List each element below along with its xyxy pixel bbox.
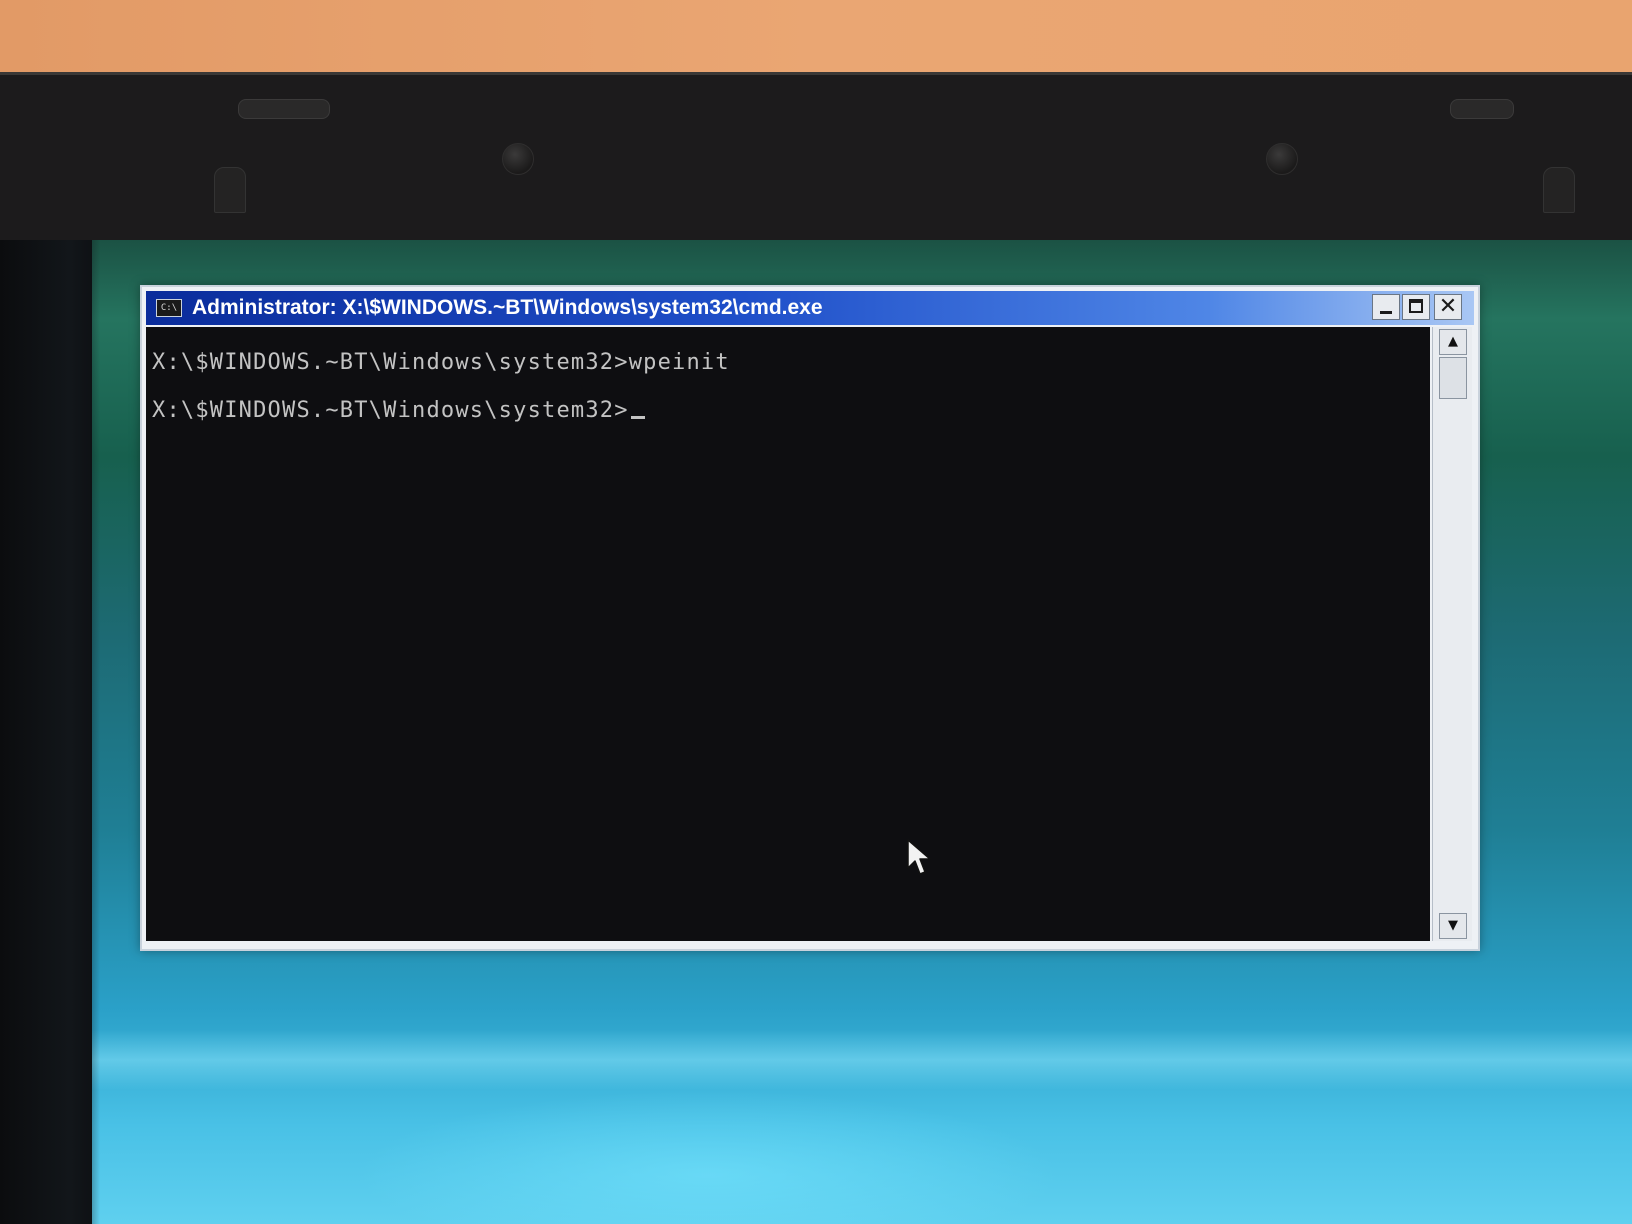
console-output[interactable]: X:\$WINDOWS.~BT\Windows\system32>wpeinit… (146, 327, 1430, 941)
maximize-button[interactable] (1402, 294, 1430, 320)
bezel-bumper-right (1266, 143, 1298, 175)
bezel-clip-left (238, 99, 330, 119)
close-button[interactable]: ✕ (1434, 294, 1462, 320)
photo-scene: C:\ Administrator: X:\$WINDOWS.~BT\Windo… (0, 0, 1632, 1224)
close-icon: ✕ (1438, 294, 1458, 319)
bezel-clip-right (1450, 99, 1514, 119)
bezel-latch-right (1543, 167, 1575, 213)
desktop-wallpaper-glow (92, 1030, 1632, 1090)
vertical-scrollbar[interactable]: ▲ ▼ (1432, 327, 1472, 941)
cmd-icon[interactable]: C:\ (156, 299, 182, 317)
console-prompt-line[interactable]: X:\$WINDOWS.~BT\Windows\system32> (152, 397, 645, 425)
background-wall (0, 0, 1632, 80)
text-cursor (630, 416, 645, 419)
arrow-up-icon: ▲ (1448, 334, 1458, 349)
minimize-button[interactable] (1372, 294, 1400, 320)
window-title: Administrator: X:\$WINDOWS.~BT\Windows\s… (192, 296, 823, 319)
arrow-down-icon: ▼ (1448, 918, 1458, 933)
screen-left-shadow (0, 240, 100, 1224)
mouse-pointer-icon (907, 839, 931, 875)
bezel-bumper-left (502, 143, 534, 175)
scrollbar-thumb[interactable] (1439, 357, 1467, 399)
console-line: X:\$WINDOWS.~BT\Windows\system32>wpeinit (152, 349, 730, 377)
scroll-up-button[interactable]: ▲ (1439, 329, 1467, 355)
minimize-icon (1380, 311, 1392, 314)
scroll-down-button[interactable]: ▼ (1439, 913, 1467, 939)
bezel-latch-left (214, 167, 246, 213)
maximize-icon (1409, 299, 1423, 313)
window-title-bar[interactable]: C:\ Administrator: X:\$WINDOWS.~BT\Windo… (146, 291, 1474, 325)
console-prompt-text: X:\$WINDOWS.~BT\Windows\system32> (152, 398, 629, 423)
cmd-window[interactable]: C:\ Administrator: X:\$WINDOWS.~BT\Windo… (140, 285, 1480, 951)
console-line-text: X:\$WINDOWS.~BT\Windows\system32>wpeinit (152, 350, 730, 375)
